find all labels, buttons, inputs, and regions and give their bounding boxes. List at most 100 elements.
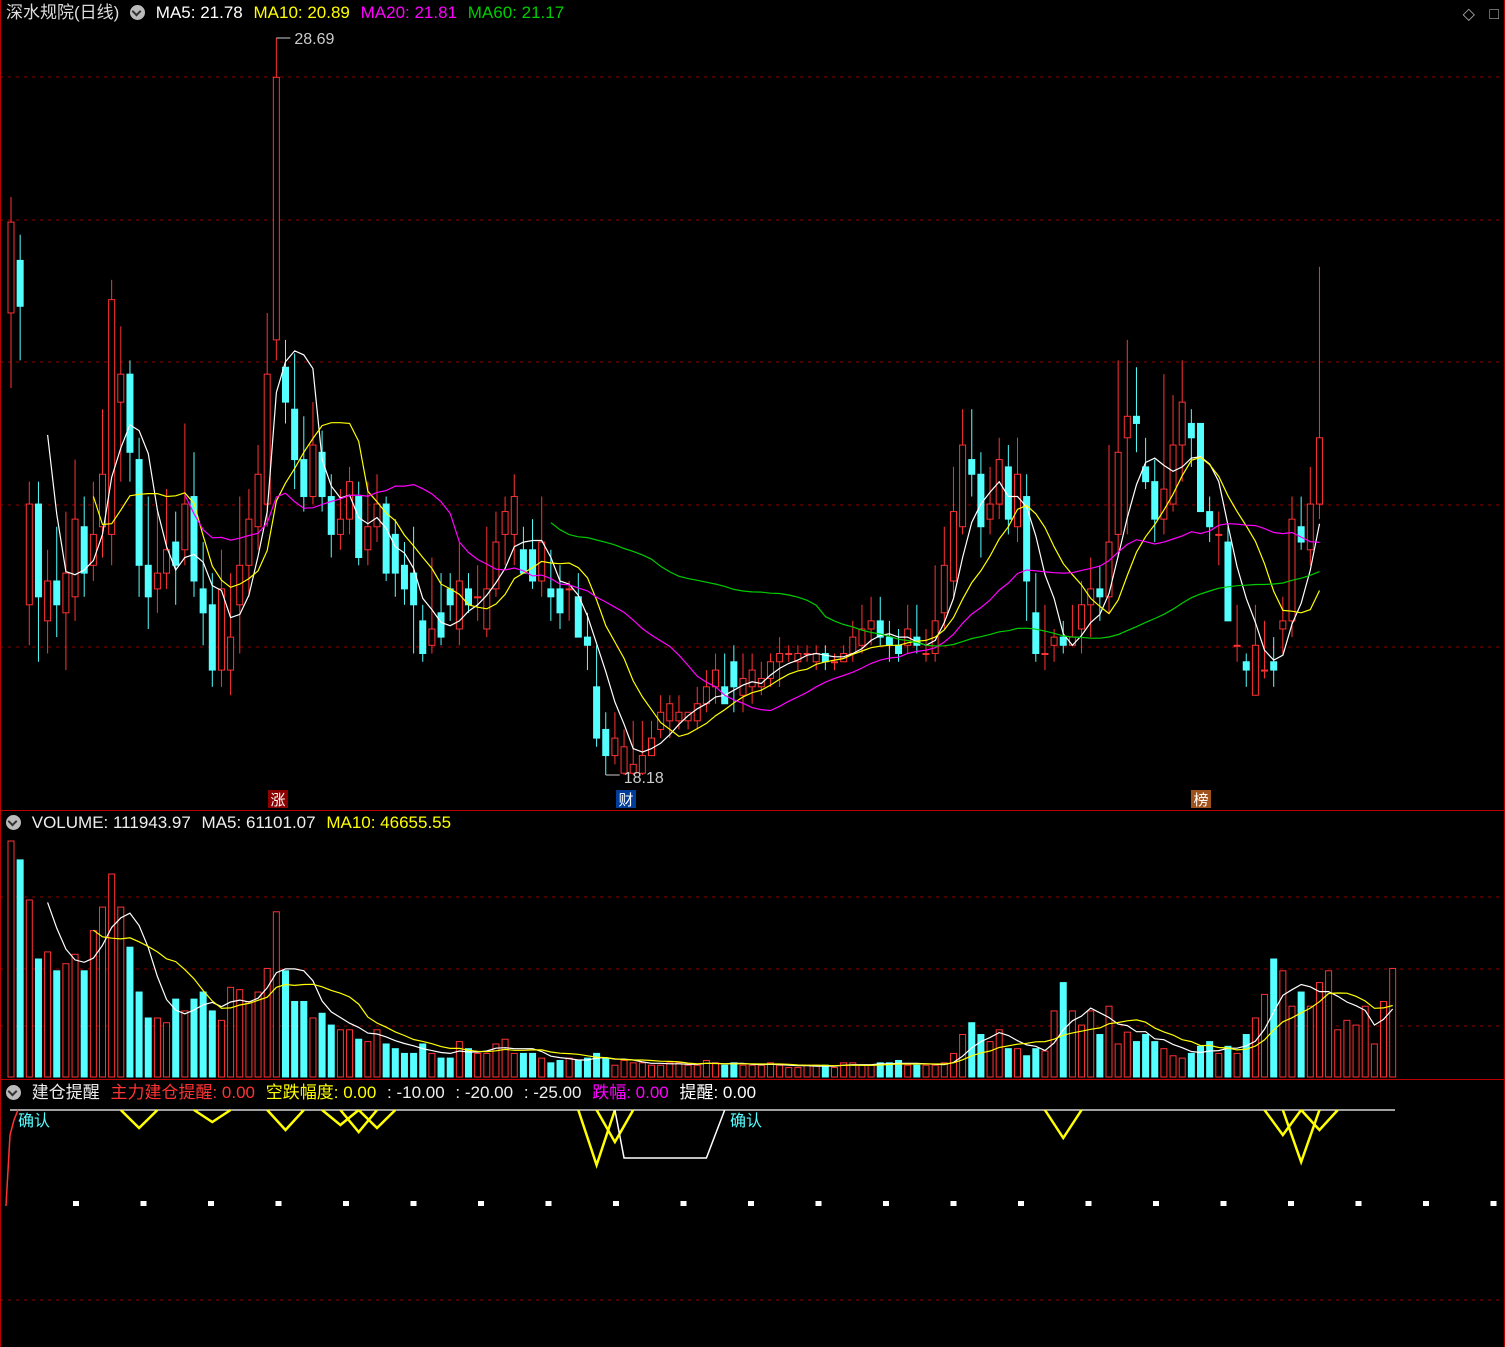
indicator-dot [1153,1201,1159,1206]
candle-body [53,580,61,606]
volume-ma5: MA5: 61101.07 [201,813,316,832]
volume-bar [931,1064,939,1078]
diamond-icon[interactable]: ◇ [1463,6,1475,23]
settings-toggle-icon[interactable] [130,5,146,20]
candle-body [1151,481,1159,520]
confirm-label: 确认 [18,1111,50,1130]
volume-bar [291,1000,299,1078]
indicator-dot [478,1201,484,1206]
volume-bar [80,970,88,1078]
volume-bar [465,1048,472,1078]
indicator-pane[interactable]: 确认 确认 建仓提醒 主力建仓提醒: 0.00 空跌幅度: 0.00 : -10.… [0,1080,1505,1347]
indicator-remind: 提醒: 0.00 [679,1083,757,1102]
candle-body [849,636,857,655]
volume-bar [34,958,42,1078]
volume-bar [455,1041,463,1078]
candle-body [291,408,299,461]
indicator-dip [321,1109,360,1127]
volume-value: VOLUME: 111943.97 [31,813,191,832]
volume-bar [1123,1031,1131,1078]
candle-body [1315,437,1323,505]
candle-body [858,628,866,646]
square-icon[interactable]: □ [1489,6,1499,23]
volume-bar [574,1059,582,1078]
volume-bar [812,1064,820,1078]
indicator-chart[interactable]: 确认 确认 [0,1080,1505,1347]
volume-bar [346,1029,354,1078]
candle-body [922,653,930,656]
volume-bar [519,1052,527,1078]
indicator-level-10: : -10.00 [387,1083,445,1102]
indicator-dot [1355,1201,1362,1206]
candle-body [1105,541,1113,598]
indicator-dip [266,1109,305,1132]
volume-bar [556,1059,564,1078]
volume-bar [1380,1000,1387,1078]
volume-bar [364,1041,372,1078]
candle-body [446,588,454,606]
volume-bar [675,1062,683,1078]
volume-bar [355,1038,363,1078]
candle-body [437,612,445,638]
candle-body [172,541,180,566]
price-chart[interactable]: 28.69 18.18 涨 财 榜 [0,0,1505,810]
indicator-toggle-icon[interactable] [6,1085,21,1100]
volume-bar [1050,1010,1058,1078]
candle-body [410,572,418,606]
volume-bar [1334,1029,1342,1078]
candle-body [144,564,152,598]
indicator-dot [613,1201,619,1206]
volume-bar [1169,1055,1177,1078]
candle-body [245,518,253,566]
volume-pane[interactable]: VOLUME: 111943.97 MA5: 61101.07 MA10: 46… [0,811,1505,1079]
candle-body [1224,541,1232,622]
volume-bar [501,1038,509,1078]
volume-bar [922,1064,930,1078]
candle-body [986,503,994,520]
volume-ma10: MA10: 46655.55 [326,813,452,832]
volume-bar [1178,1057,1186,1078]
volume-bar [1096,1034,1104,1078]
candle-body [428,628,436,646]
volume-bar [867,1064,875,1078]
volume-bar [739,1064,747,1078]
candle-body [565,588,573,591]
volume-bar [437,1057,445,1078]
volume-bar [163,1022,171,1078]
volume-bar [135,991,143,1078]
indicator-dot [140,1201,147,1206]
candle-body [1233,644,1241,647]
candle-body [1059,636,1067,646]
volume-bar [1014,1048,1021,1078]
volume-bar [108,873,116,1078]
candle-body [71,518,79,598]
volume-bar [373,1029,381,1078]
candle-body [675,711,683,722]
volume-chart[interactable] [0,811,1505,1079]
candle-body [16,259,24,307]
volume-toggle-icon[interactable] [6,815,21,830]
indicator-dot [748,1201,754,1206]
candle-body [25,503,33,606]
volume-bar [648,1064,655,1078]
candle-body [44,580,52,622]
volume-bar [400,1052,408,1078]
volume-bar [62,963,70,1078]
indicator-dot [73,1201,79,1206]
volume-bar [208,1010,216,1078]
indicator-drop: 空跌幅度: 0.00 [265,1083,377,1102]
left-border [0,0,1,1347]
volume-bar [620,1059,628,1078]
volume-bar [949,1052,957,1078]
candle-body [968,459,976,475]
candle-body [593,686,601,739]
volume-bar [757,1064,765,1078]
volume-bar [282,970,289,1078]
volume-bar [1261,993,1269,1078]
candle-body [748,669,756,688]
indicator-dot [1018,1201,1024,1206]
event-marker-label: 财 [618,791,633,809]
price-pane[interactable]: 28.69 18.18 涨 财 榜 深水规院(日线) MA5: 21.78 MA10: … [0,0,1505,810]
volume-bar [684,1064,692,1078]
volume-bar [748,1064,756,1078]
